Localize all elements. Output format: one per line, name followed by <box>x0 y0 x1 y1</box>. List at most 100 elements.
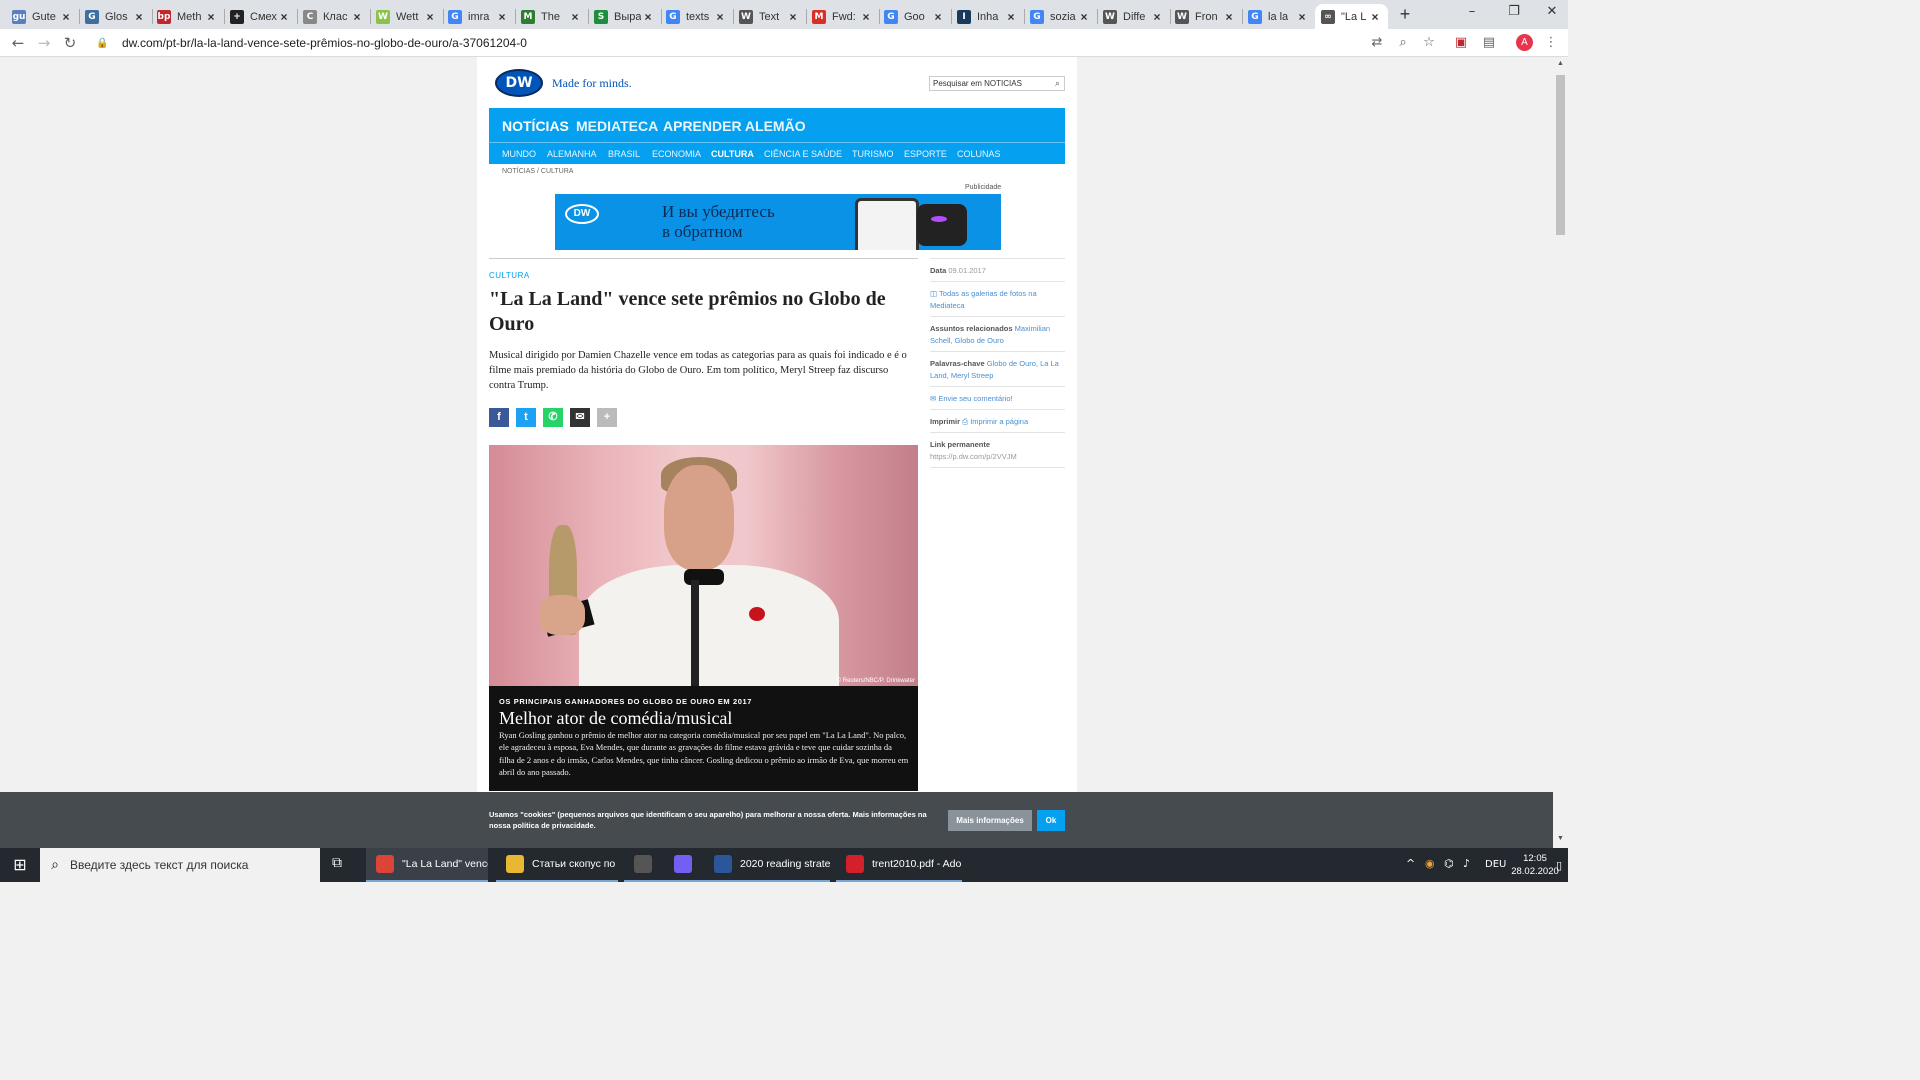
sub-nav-item[interactable]: MUNDO <box>502 149 536 159</box>
browser-tab[interactable]: W Fron × <box>1169 4 1242 29</box>
forward-icon[interactable]: → <box>34 33 54 53</box>
sub-nav-item[interactable]: BRASIL <box>608 149 640 159</box>
twitter-share-button[interactable]: t <box>516 408 536 427</box>
print-link[interactable]: ⎙ Imprimir a página <box>962 417 1028 426</box>
whatsapp-share-button[interactable]: ✆ <box>543 408 563 427</box>
browser-tab[interactable]: G Glos × <box>79 4 152 29</box>
browser-tab[interactable]: I Inha × <box>951 4 1024 29</box>
close-tab-icon[interactable]: × <box>931 10 945 24</box>
close-tab-icon[interactable]: × <box>350 10 364 24</box>
browser-tab[interactable]: W Wett × <box>370 4 443 29</box>
dw-logo[interactable]: DW <box>495 69 543 97</box>
close-tab-icon[interactable]: × <box>641 10 655 24</box>
close-tab-icon[interactable]: × <box>1077 10 1091 24</box>
tray-chevron-icon[interactable]: ^ <box>1406 857 1415 870</box>
volume-icon[interactable]: ♪ <box>1463 857 1470 870</box>
url-text[interactable]: dw.com/pt-br/la-la-land-vence-sete-prêmi… <box>122 36 527 50</box>
browser-tab[interactable]: G Goo × <box>878 4 951 29</box>
breadcrumb[interactable]: NOTÍCIAS / CULTURA <box>502 168 573 175</box>
windows-start-icon[interactable]: ⊞ <box>0 848 40 882</box>
close-tab-icon[interactable]: × <box>423 10 437 24</box>
browser-tab[interactable]: W Text × <box>733 4 806 29</box>
browser-tab[interactable]: Gsozia × <box>1024 4 1097 29</box>
browser-tab[interactable]: C Клас × <box>297 4 370 29</box>
more-share-button[interactable]: + <box>597 408 617 427</box>
scroll-thumb[interactable] <box>1556 75 1565 235</box>
comment-link[interactable]: ✉ Envie seu comentário! <box>930 394 1013 403</box>
taskbar-app[interactable] <box>664 848 704 882</box>
taskbar-app[interactable]: 2020 reading strate... <box>704 848 830 882</box>
article-kicker[interactable]: CULTURA <box>489 271 530 280</box>
close-window-icon[interactable]: ✕ <box>1529 4 1575 22</box>
scroll-up-icon[interactable]: ▲ <box>1556 60 1565 70</box>
browser-tab[interactable]: + Смех × <box>224 4 297 29</box>
close-tab-icon[interactable]: × <box>1004 10 1018 24</box>
extension-icon[interactable]: ▤ <box>1480 34 1498 52</box>
browser-tab[interactable]: gu Gute × <box>6 4 79 29</box>
close-tab-icon[interactable]: × <box>277 10 291 24</box>
profile-avatar[interactable]: A <box>1516 34 1533 51</box>
browser-tab[interactable]: M The × <box>515 4 588 29</box>
system-clock[interactable]: 12:05 28.02.2020 <box>1510 852 1560 878</box>
tray-app-icon[interactable]: ◉ <box>1425 857 1435 870</box>
site-search-input[interactable]: Pesquisar em NOTICIAS ⌕ <box>929 76 1065 91</box>
notifications-icon[interactable]: ▯ <box>1556 859 1562 872</box>
browser-tab[interactable]: Gla la × <box>1242 4 1315 29</box>
more-info-button[interactable]: Mais informações <box>948 810 1032 831</box>
language-indicator[interactable]: DEU <box>1485 859 1506 870</box>
browser-tab[interactable]: Gimra × <box>442 4 515 29</box>
permalink-value[interactable]: https://p.dw.com/p/2VVJM <box>930 452 1017 461</box>
close-tab-icon[interactable]: × <box>1368 10 1382 24</box>
close-tab-icon[interactable]: × <box>59 10 73 24</box>
facebook-share-button[interactable]: f <box>489 408 509 427</box>
close-tab-icon[interactable]: × <box>132 10 146 24</box>
sub-nav-item[interactable]: CIÊNCIA E SAÚDE <box>764 149 842 159</box>
translate-icon[interactable]: ⇄ <box>1368 34 1386 52</box>
close-tab-icon[interactable]: × <box>1150 10 1164 24</box>
close-tab-icon[interactable]: × <box>1295 10 1309 24</box>
ad-banner[interactable]: DW И вы убедитесь в обратном <box>555 194 1001 250</box>
taskbar-app[interactable] <box>624 848 664 882</box>
bookmark-star-icon[interactable]: ☆ <box>1420 34 1438 52</box>
gallery-link[interactable]: ◫ Todas as galerias de fotos na Mediatec… <box>930 289 1037 310</box>
close-tab-icon[interactable]: × <box>859 10 873 24</box>
taskbar-search[interactable]: ⌕ Введите здесь текст для поиска <box>40 848 320 882</box>
minimize-icon[interactable]: – <box>1449 4 1495 22</box>
taskbar-app[interactable]: trent2010.pdf - Ado... <box>836 848 962 882</box>
close-tab-icon[interactable]: × <box>568 10 582 24</box>
reload-icon[interactable]: ↻ <box>60 33 80 53</box>
new-tab-button[interactable]: + <box>1396 5 1414 24</box>
browser-tab[interactable]: bp Meth × <box>151 4 224 29</box>
sub-nav-item[interactable]: ECONOMIA <box>652 149 701 159</box>
browser-tab[interactable]: ∞ "La L × <box>1315 4 1388 29</box>
browser-tab[interactable]: S Выра × <box>588 4 661 29</box>
main-nav-item[interactable]: NOTÍCIAS <box>502 118 569 134</box>
main-nav-item[interactable]: MEDIATECA <box>576 118 658 134</box>
acrobat-extension-icon[interactable]: ▣ <box>1452 34 1470 52</box>
menu-icon[interactable]: ⋮ <box>1542 34 1560 52</box>
taskbar-app[interactable]: Статьи скопус по ... <box>496 848 618 882</box>
close-tab-icon[interactable]: × <box>495 10 509 24</box>
task-view-icon[interactable]: ⧉ <box>332 855 342 871</box>
search-icon[interactable]: ⌕ <box>1055 78 1060 89</box>
close-tab-icon[interactable]: × <box>713 10 727 24</box>
sub-nav-item[interactable]: COLUNAS <box>957 149 1001 159</box>
sub-nav-item[interactable]: TURISMO <box>852 149 894 159</box>
ok-button[interactable]: Ok <box>1037 810 1065 831</box>
address-bar[interactable]: 🔒 dw.com/pt-br/la-la-land-vence-sete-prê… <box>90 30 1390 56</box>
sub-nav-item[interactable]: CULTURA <box>711 149 754 159</box>
sub-nav-item[interactable]: ESPORTE <box>904 149 947 159</box>
main-nav-item[interactable]: APRENDER ALEMÃO <box>663 118 806 134</box>
taskbar-app[interactable]: "La La Land" vence ... <box>366 848 488 882</box>
zoom-icon[interactable]: ⌕ <box>1394 34 1412 52</box>
close-tab-icon[interactable]: × <box>204 10 218 24</box>
browser-tab[interactable]: W Diffe × <box>1097 4 1170 29</box>
browser-tab[interactable]: M Fwd: × <box>806 4 879 29</box>
gallery-photo[interactable]: © Reuters/NBC/P. Drinkwater <box>489 445 918 686</box>
close-tab-icon[interactable]: × <box>786 10 800 24</box>
browser-tab[interactable]: Gtexts × <box>660 4 733 29</box>
page-scrollbar[interactable]: ▲ ▼ <box>1553 57 1568 848</box>
close-tab-icon[interactable]: × <box>1222 10 1236 24</box>
scroll-down-icon[interactable]: ▼ <box>1556 835 1565 845</box>
sub-nav-item[interactable]: ALEMANHA <box>547 149 597 159</box>
